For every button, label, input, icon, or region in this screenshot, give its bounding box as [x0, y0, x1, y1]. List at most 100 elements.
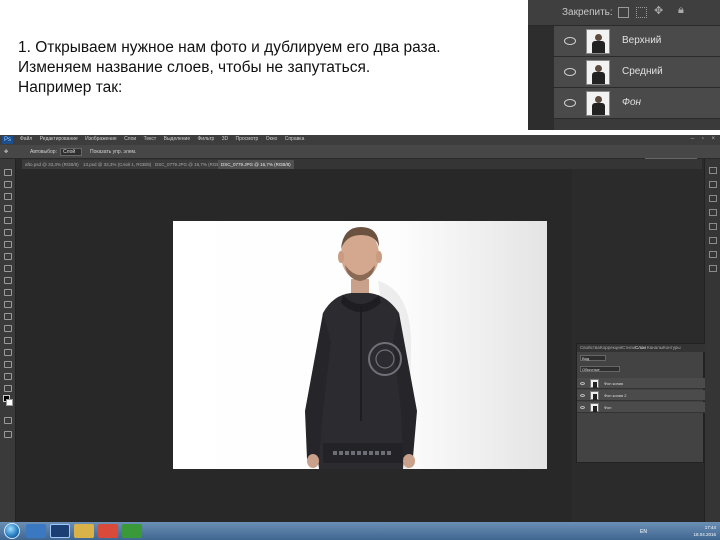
layer-row-background[interactable]: Фон [554, 88, 720, 119]
window-controls[interactable]: – ▫ × [691, 136, 718, 142]
color-panel-icon[interactable] [709, 195, 717, 202]
blend-mode-select[interactable]: Обычные [580, 366, 620, 372]
menu-view[interactable]: Просмотр [235, 136, 258, 142]
path-select-tool-icon[interactable] [4, 361, 12, 368]
gradient-tool-icon[interactable] [4, 301, 12, 308]
menu-image[interactable]: Изображение [85, 136, 117, 142]
layer-name[interactable]: Средний [622, 66, 663, 77]
doc-tab[interactable]: afto.psd @ 33,3% (RGB/8) [22, 160, 82, 169]
photoshop-taskbar-icon[interactable] [50, 524, 70, 538]
stamp-tool-icon[interactable] [4, 265, 12, 272]
show-controls-checkbox[interactable]: Показать упр. элем. [90, 149, 136, 155]
tab-properties[interactable]: Свойства [580, 345, 600, 350]
photoshop-window: Ps Файл Редактирование Изображение Слои … [0, 135, 720, 540]
photo-canvas[interactable] [173, 221, 547, 469]
lasso-tool-icon[interactable] [4, 193, 12, 200]
visibility-eye-icon[interactable] [564, 68, 576, 76]
layer-row[interactable]: Фон копия 2 [577, 390, 705, 401]
options-bar: ✥ Автовыбор: Слой Показать упр. элем. Ос… [0, 145, 720, 166]
brush-tool-icon[interactable] [4, 253, 12, 260]
menu-filter[interactable]: Фильтр [198, 136, 215, 142]
layer-name[interactable]: Фон копия 2 [604, 393, 627, 398]
eraser-tool-icon[interactable] [4, 289, 12, 296]
tab-channels[interactable]: Каналы [647, 345, 663, 350]
history-panel-icon[interactable] [709, 167, 717, 174]
menu-select[interactable]: Выделение [164, 136, 191, 142]
menu-items: Файл Редактирование Изображение Слои Тек… [20, 136, 310, 142]
dodge-tool-icon[interactable] [4, 325, 12, 332]
explorer-icon[interactable] [74, 524, 94, 538]
lock-pixels-icon[interactable] [636, 7, 647, 18]
brush-panel-icon[interactable] [709, 251, 717, 258]
pen-tool-icon[interactable] [4, 337, 12, 344]
tab-styles[interactable]: Стили [622, 345, 635, 350]
autoselect-label[interactable]: Автовыбор: [30, 149, 57, 155]
tab-paths[interactable]: Контуры [663, 345, 681, 350]
menu-type[interactable]: Текст [144, 136, 157, 142]
lock-position-icon[interactable]: ✥ [654, 4, 665, 17]
layer-name[interactable]: Фон [622, 97, 641, 108]
app-icon[interactable] [122, 524, 142, 538]
history-brush-tool-icon[interactable] [4, 277, 12, 284]
layer-name[interactable]: Фон [604, 405, 611, 410]
autoselect-select[interactable]: Слой [60, 148, 82, 156]
menu-edit[interactable]: Редактирование [40, 136, 78, 142]
eyedropper-tool-icon[interactable] [4, 229, 12, 236]
hand-tool-icon[interactable] [4, 385, 12, 392]
blur-tool-icon[interactable] [4, 313, 12, 320]
layer-name[interactable]: Фон копия [604, 381, 623, 386]
tab-layers[interactable]: Слои [635, 345, 646, 350]
layer-row-top[interactable]: Верхний [554, 26, 720, 57]
menu-3d[interactable]: 3D [222, 136, 228, 142]
visibility-eye-icon[interactable] [580, 406, 585, 409]
layer-row-middle[interactable]: Средний [554, 57, 720, 88]
ie-icon[interactable] [26, 524, 46, 538]
lock-label: Закрепить: [562, 7, 613, 18]
lock-bar: Закрепить: ✥ 🔒︎ [528, 0, 720, 26]
layer-row[interactable]: Фон копия [577, 378, 705, 389]
layer-thumbnail [586, 29, 610, 54]
visibility-eye-icon[interactable] [564, 99, 576, 107]
tools-panel [0, 159, 16, 525]
doc-tab-active[interactable]: DSC_0779.JPG @ 16,7% (RGB/8) [218, 160, 294, 169]
move-tool-icon[interactable] [4, 169, 12, 176]
lock-transparency-icon[interactable] [618, 7, 629, 18]
background-color-swatch[interactable] [6, 399, 13, 406]
clock[interactable]: 17:44 18.04.2016 [693, 524, 716, 538]
paragraph-panel-icon[interactable] [709, 237, 717, 244]
healing-tool-icon[interactable] [4, 241, 12, 248]
layer-row[interactable]: Фон [577, 402, 705, 413]
marquee-tool-icon[interactable] [4, 181, 12, 188]
layer-thumbnail [590, 379, 599, 388]
visibility-eye-icon[interactable] [564, 37, 576, 45]
lang-indicator[interactable]: EN [640, 529, 647, 535]
character-panel-icon[interactable] [709, 223, 717, 230]
tab-adjustments[interactable]: Коррекция [600, 345, 622, 350]
doc-tab[interactable]: DSC_0779.JPG @ 16,7% (RGB/8) [152, 160, 228, 169]
lock-all-icon[interactable]: 🔒︎ [678, 4, 689, 16]
photoshop-logo-icon: Ps [2, 136, 13, 144]
document-tabs: afto.psd @ 33,3% (RGB/8) 13.psd @ 33,3% … [22, 159, 702, 169]
quick-mask-icon[interactable] [4, 417, 12, 424]
visibility-eye-icon[interactable] [580, 382, 585, 385]
doc-tab[interactable]: 13.psd @ 33,3% (Слой 1, RGB/8) [80, 160, 155, 169]
swatches-panel-icon[interactable] [709, 209, 717, 216]
menu-help[interactable]: Справка [285, 136, 305, 142]
layer-kind-filter[interactable]: Вид [580, 355, 606, 361]
type-tool-icon[interactable] [4, 349, 12, 356]
visibility-eye-icon[interactable] [580, 394, 585, 397]
screen-mode-icon[interactable] [4, 431, 12, 438]
menu-window[interactable]: Окно [266, 136, 278, 142]
menu-file[interactable]: Файл [20, 136, 32, 142]
caption-line-1: 1. Открываем нужное нам фото и дублируем… [18, 39, 441, 56]
crop-tool-icon[interactable] [4, 217, 12, 224]
move-tool-icon[interactable]: ✥ [4, 149, 8, 155]
start-button-icon[interactable] [4, 523, 20, 539]
menu-layers[interactable]: Слои [124, 136, 136, 142]
layer-name[interactable]: Верхний [622, 35, 661, 46]
properties-panel-icon[interactable] [709, 265, 717, 272]
shape-tool-icon[interactable] [4, 373, 12, 380]
opera-icon[interactable] [98, 524, 118, 538]
quick-select-tool-icon[interactable] [4, 205, 12, 212]
actions-panel-icon[interactable] [709, 181, 717, 188]
